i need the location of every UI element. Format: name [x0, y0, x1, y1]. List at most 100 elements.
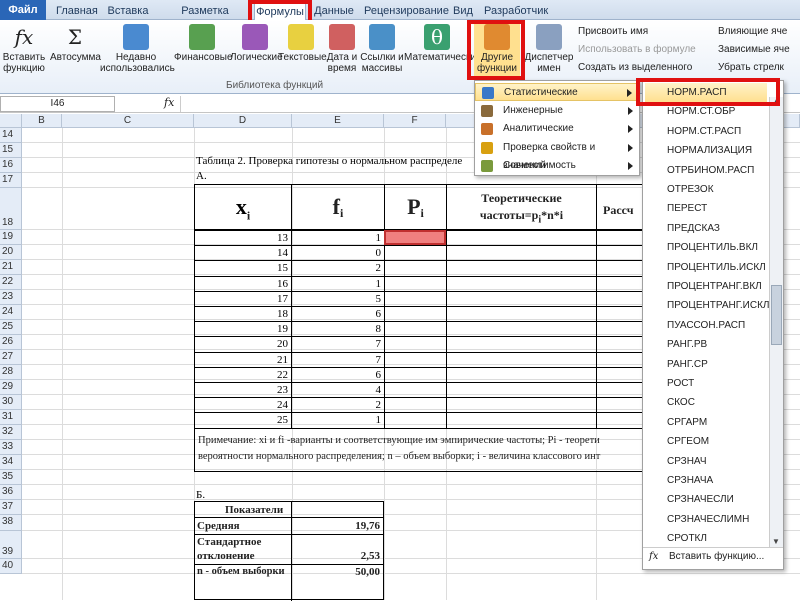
- tab-page-layout[interactable]: Разметка страницы: [160, 2, 250, 35]
- xi-cell[interactable]: 15: [194, 260, 292, 277]
- row-header[interactable]: 26: [0, 335, 22, 350]
- category-item-2[interactable]: Инженерные: [475, 102, 639, 120]
- xi-cell[interactable]: 20: [194, 336, 292, 353]
- fx-icon[interactable]: fx: [164, 96, 174, 109]
- scroll-down-icon[interactable]: ▼: [772, 537, 782, 547]
- row-header[interactable]: 21: [0, 260, 22, 275]
- table-cell[interactable]: [446, 245, 597, 262]
- xi-cell[interactable]: 22: [194, 366, 292, 383]
- insert-function-button[interactable]: fx Вставить функцию: [2, 22, 46, 74]
- row-header[interactable]: 15: [0, 143, 22, 158]
- row-header[interactable]: 29: [0, 380, 22, 395]
- table-cell[interactable]: [384, 412, 447, 429]
- fi-cell[interactable]: 8: [291, 321, 385, 338]
- table-cell[interactable]: [446, 336, 597, 353]
- scrollbar[interactable]: ▲ ▼: [769, 97, 783, 547]
- text-functions-button[interactable]: Текстовые: [278, 22, 327, 63]
- column-header[interactable]: D: [194, 114, 292, 128]
- function-item[interactable]: СРГАРМ: [667, 413, 707, 432]
- row-header[interactable]: 20: [0, 245, 22, 260]
- name-manager-button[interactable]: Диспетчер имен: [524, 22, 574, 74]
- xi-cell[interactable]: 13: [194, 230, 292, 247]
- column-header[interactable]: C: [62, 114, 194, 128]
- define-name-button[interactable]: Присвоить имя: [578, 26, 648, 38]
- fi-cell[interactable]: 0: [291, 245, 385, 262]
- fi-cell[interactable]: 4: [291, 382, 385, 399]
- scroll-thumb[interactable]: [771, 285, 782, 345]
- row-header[interactable]: 32: [0, 425, 22, 440]
- tab-home[interactable]: Главная: [56, 2, 98, 20]
- table-cell[interactable]: [384, 306, 447, 323]
- trace-dependents-button[interactable]: Зависимые яче: [718, 44, 790, 56]
- function-item[interactable]: НОРМАЛИЗАЦИЯ: [667, 141, 752, 160]
- name-box[interactable]: I46: [0, 96, 115, 112]
- row-header[interactable]: 39: [0, 531, 22, 559]
- function-item[interactable]: СРЗНАЧ: [667, 452, 707, 471]
- xi-cell[interactable]: 21: [194, 351, 292, 368]
- tab-file[interactable]: Файл: [0, 0, 46, 20]
- xi-cell[interactable]: 14: [194, 245, 292, 262]
- category-item-5[interactable]: Совместимость: [475, 157, 639, 175]
- lookup-refs-button[interactable]: Ссылки и массивы: [360, 22, 404, 74]
- fi-cell[interactable]: 6: [291, 306, 385, 323]
- tab-data[interactable]: Данные: [314, 2, 354, 20]
- xi-cell[interactable]: 16: [194, 275, 292, 292]
- table-cell[interactable]: [384, 397, 447, 414]
- column-header[interactable]: F: [384, 114, 446, 128]
- table-cell[interactable]: [384, 290, 447, 307]
- function-item[interactable]: ПРЕДСКАЗ: [667, 219, 720, 238]
- row-header[interactable]: 38: [0, 515, 22, 531]
- tab-insert[interactable]: Вставка: [106, 2, 150, 20]
- xi-cell[interactable]: 25: [194, 412, 292, 429]
- table-cell[interactable]: [446, 290, 597, 307]
- function-item[interactable]: СРЗНАЧЕСЛИ: [667, 490, 734, 509]
- table-cell[interactable]: [384, 336, 447, 353]
- function-item[interactable]: СРГЕОМ: [667, 432, 709, 451]
- remove-arrows-button[interactable]: Убрать стрелк: [718, 62, 784, 74]
- function-item[interactable]: РАНГ.РВ: [667, 335, 707, 354]
- fi-cell[interactable]: 2: [291, 397, 385, 414]
- table-cell[interactable]: [384, 366, 447, 383]
- fi-cell[interactable]: 6: [291, 366, 385, 383]
- function-item[interactable]: СРЗНАЧЕСЛИМН: [667, 510, 749, 529]
- logical-button[interactable]: Логические: [230, 22, 283, 63]
- category-item-3[interactable]: Аналитические: [475, 120, 639, 138]
- table-cell[interactable]: [384, 275, 447, 292]
- function-item[interactable]: ОТРБИНОМ.РАСП: [667, 161, 754, 180]
- row-header[interactable]: 27: [0, 350, 22, 365]
- tab-review[interactable]: Рецензирование: [364, 2, 449, 20]
- function-item[interactable]: НОРМ.СТ.РАСП: [667, 122, 741, 141]
- fi-cell[interactable]: 5: [291, 290, 385, 307]
- row-header[interactable]: 37: [0, 500, 22, 515]
- function-item[interactable]: РАНГ.СР: [667, 355, 708, 374]
- function-item[interactable]: ПРОЦЕНТРАНГ.ВКЛ: [667, 277, 762, 296]
- fi-cell[interactable]: 1: [291, 275, 385, 292]
- tab-developer[interactable]: Разработчик: [484, 2, 548, 20]
- select-all-corner[interactable]: [0, 114, 22, 128]
- row-header[interactable]: 33: [0, 440, 22, 455]
- fi-cell[interactable]: 1: [291, 412, 385, 429]
- row-header[interactable]: 25: [0, 320, 22, 335]
- row-header[interactable]: 31: [0, 410, 22, 425]
- fi-cell[interactable]: 7: [291, 351, 385, 368]
- table-cell[interactable]: [446, 366, 597, 383]
- category-item-4[interactable]: Проверка свойств и значений: [475, 139, 639, 171]
- row-header[interactable]: 24: [0, 305, 22, 320]
- table-cell[interactable]: [384, 351, 447, 368]
- fi-cell[interactable]: 7: [291, 336, 385, 353]
- row-header[interactable]: 40: [0, 559, 22, 574]
- xi-cell[interactable]: 23: [194, 382, 292, 399]
- function-item[interactable]: РОСТ: [667, 374, 694, 393]
- trace-precedents-button[interactable]: Влияющие яче: [718, 26, 787, 38]
- table-cell[interactable]: [446, 412, 597, 429]
- row-header[interactable]: 30: [0, 395, 22, 410]
- table-cell[interactable]: [446, 351, 597, 368]
- table-cell[interactable]: [446, 306, 597, 323]
- row-header[interactable]: 23: [0, 290, 22, 305]
- function-item[interactable]: ПЕРЕСТ: [667, 199, 707, 218]
- function-item[interactable]: СРЗНАЧА: [667, 471, 713, 490]
- row-header[interactable]: 36: [0, 485, 22, 500]
- table-cell[interactable]: [384, 260, 447, 277]
- table-cell[interactable]: [446, 230, 597, 247]
- row-header[interactable]: 16: [0, 158, 22, 173]
